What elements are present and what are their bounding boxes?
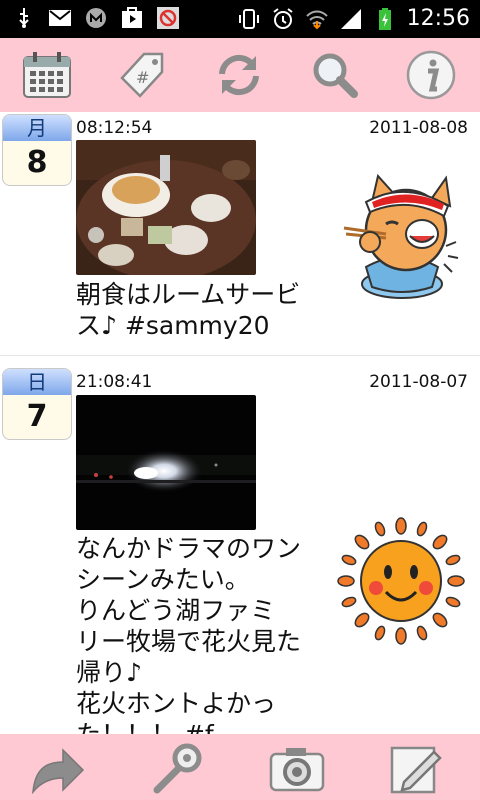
battery-charging-icon: [378, 8, 391, 30]
wifi-icon: [305, 10, 328, 30]
settings-button[interactable]: [148, 742, 206, 794]
search-button[interactable]: [308, 48, 362, 102]
post-text-line: リー牧場で花火見た: [76, 627, 302, 656]
day-number: 7: [26, 399, 48, 434]
post-text-line: なんかドラマのワン: [76, 534, 302, 563]
tag-symbol: #: [136, 68, 149, 87]
date-badge: 日 7: [2, 368, 72, 440]
tag-button[interactable]: #: [116, 48, 170, 102]
post-date: 2011-08-07: [369, 372, 468, 392]
post-text-line: 朝食はルームサービ: [76, 280, 301, 309]
post-item[interactable]: 月 8 08:12:54 2011-08-08 朝食はルームサービ ス♪ #sa…: [0, 112, 480, 355]
info-button[interactable]: [404, 48, 458, 102]
gmail-icon: [49, 10, 71, 26]
post-text-line: た！！！ #f...: [76, 719, 336, 734]
blocked-app-icon: [157, 7, 179, 29]
status-clock: 12:56: [406, 6, 470, 31]
post-text: なんかドラマのワン シーンみたい。 りんどう湖ファミ リー牧場で花火見た 帰り♪…: [76, 533, 336, 734]
cat-eating-sticker: [336, 172, 460, 306]
timeline-feed[interactable]: 月 8 08:12:54 2011-08-08 朝食はルームサービ ス♪ #sa…: [0, 112, 480, 734]
alarm-icon: [272, 8, 293, 29]
top-toolbar: #: [0, 38, 480, 112]
post-text-line: りんどう湖ファミ: [76, 596, 276, 625]
info-icon: [406, 50, 456, 100]
app-icon: [86, 8, 106, 28]
post-text-line: ス♪ #sammy20: [76, 311, 270, 340]
compose-button[interactable]: [388, 742, 446, 794]
day-number: 8: [26, 145, 48, 180]
breakfast-photo[interactable]: [76, 140, 256, 275]
post-date: 2011-08-08: [369, 118, 468, 138]
bottom-toolbar: [0, 734, 480, 800]
signal-icon: [340, 9, 361, 29]
post-text-line: 花火ホントよかっ: [76, 689, 277, 718]
day-of-week: 月: [3, 115, 71, 141]
post-time: 21:08:41: [76, 372, 153, 392]
calendar-button[interactable]: [20, 48, 74, 102]
post-text-line: シーンみたい。: [76, 565, 250, 594]
tag-icon: #: [120, 52, 164, 98]
refresh-button[interactable]: [212, 48, 266, 102]
day-of-week: 日: [3, 369, 71, 395]
post-item[interactable]: 日 7 21:08:41 2011-08-07 なんかドラマのワン シーンみたい…: [0, 366, 480, 734]
status-bar: 12:56: [0, 0, 480, 38]
vibrate-icon: [238, 9, 259, 29]
post-separator: [0, 355, 480, 356]
share-button[interactable]: [28, 742, 86, 794]
sun-face-sticker: [336, 516, 466, 650]
search-icon: [313, 53, 358, 98]
share-arrow-icon: [32, 748, 85, 794]
compose-icon: [390, 746, 442, 794]
post-time: 08:12:54: [76, 118, 153, 138]
usb-icon: [19, 8, 29, 28]
calendar-icon: [23, 52, 71, 98]
camera-button[interactable]: [268, 742, 326, 794]
night-fireworks-photo[interactable]: [76, 395, 256, 530]
play-store-icon: [122, 7, 142, 28]
post-text: 朝食はルームサービ ス♪ #sammy20: [76, 279, 336, 341]
post-text-line: 帰り♪: [76, 658, 142, 687]
date-badge: 月 8: [2, 114, 72, 186]
settings-wrench-icon: [153, 743, 202, 794]
refresh-icon: [219, 54, 259, 96]
camera-icon: [269, 748, 325, 792]
